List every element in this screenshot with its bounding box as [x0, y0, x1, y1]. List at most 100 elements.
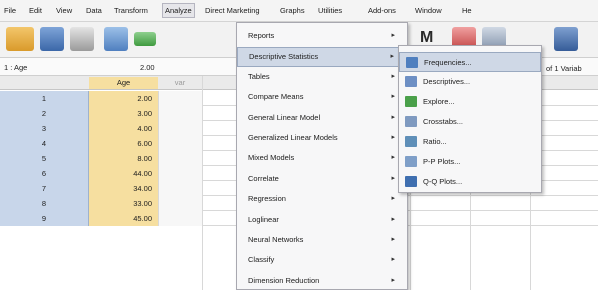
analyze-menu-item[interactable]: Classify ▸: [237, 251, 407, 271]
row-number[interactable]: 5: [0, 151, 89, 166]
split-file-icon[interactable]: [554, 27, 578, 51]
column-header-age[interactable]: Age: [89, 77, 158, 89]
menu-item-label: Reports: [248, 31, 275, 40]
submenu-arrow-icon: ▸: [391, 113, 395, 121]
analyze-menu-item[interactable]: General Linear Model ▸: [237, 109, 407, 129]
menu-view[interactable]: View: [56, 6, 72, 15]
age-cell[interactable]: 2.00: [89, 91, 158, 106]
menu-add-ons[interactable]: Add-ons: [368, 6, 396, 15]
analyze-menu-item[interactable]: Correlate ▸: [237, 170, 407, 190]
submenu-item-label: Crosstabs...: [423, 117, 464, 126]
empty-var-cell[interactable]: [158, 136, 202, 151]
row-number[interactable]: 3: [0, 121, 89, 136]
row-number[interactable]: 2: [0, 106, 89, 121]
analyze-menu: Reports ▸ Descriptive Statistics ▸ Tables ▸ Co…: [236, 22, 408, 290]
submenu-item-label: Ratio...: [423, 137, 447, 146]
row-number[interactable]: 9: [0, 211, 89, 226]
age-cell[interactable]: 6.00: [89, 136, 158, 151]
menu-data[interactable]: Data: [86, 6, 102, 15]
menu-bar: File Edit View Data Transform Analyze Di…: [0, 0, 598, 22]
submenu-item-label: P-P Plots...: [423, 157, 461, 166]
descriptives-icon: [405, 76, 417, 87]
analyze-menu-item[interactable]: Generalized Linear Models ▸: [237, 129, 407, 149]
save-icon[interactable]: [40, 27, 64, 51]
submenu-item[interactable]: Ratio...: [399, 132, 541, 152]
menu-edit[interactable]: Edit: [29, 6, 42, 15]
open-folder-icon[interactable]: [6, 27, 34, 51]
age-cell[interactable]: 4.00: [89, 121, 158, 136]
menu-item-label: Compare Means: [248, 92, 304, 102]
analyze-menu-item[interactable]: Neural Networks ▸: [237, 231, 407, 251]
submenu-item[interactable]: P-P Plots...: [399, 152, 541, 172]
menu-item-label: Descriptive Statistics: [249, 52, 319, 62]
descriptive-statistics-submenu: Frequencies... Descriptives... Explore... C…: [398, 45, 542, 193]
row-number[interactable]: 8: [0, 196, 89, 211]
empty-var-cell[interactable]: [158, 106, 202, 121]
submenu-arrow-icon: ▸: [391, 93, 395, 101]
analyze-menu-item[interactable]: Loglinear ▸: [237, 211, 407, 231]
submenu-item[interactable]: Frequencies...: [399, 52, 541, 72]
age-cell[interactable]: 8.00: [89, 151, 158, 166]
submenu-arrow-icon: ▸: [391, 236, 395, 243]
column-header-var[interactable]: var: [158, 78, 202, 87]
menu-transform[interactable]: Transform: [114, 6, 148, 15]
menu-utilities[interactable]: Utilities: [318, 6, 342, 15]
menu-item-label: Classify: [248, 255, 275, 265]
print-icon[interactable]: [70, 27, 94, 51]
empty-var-cell[interactable]: [158, 121, 202, 136]
analyze-menu-item[interactable]: Regression ▸: [237, 190, 407, 210]
empty-var-cell[interactable]: [158, 91, 202, 106]
menu-window[interactable]: Window: [415, 6, 442, 15]
empty-var-cell[interactable]: [158, 211, 202, 226]
menu-direct-marketing[interactable]: Direct Marketing: [205, 6, 260, 15]
submenu-item-label: Frequencies...: [424, 58, 472, 67]
menu-graphs[interactable]: Graphs: [280, 6, 305, 15]
submenu-item[interactable]: Descriptives...: [399, 72, 541, 92]
menu-item-label: Generalized Linear Models: [248, 133, 338, 142]
analyze-menu-item[interactable]: Mixed Models ▸: [237, 149, 407, 169]
analyze-menu-item[interactable]: Dimension Reduction ▸: [237, 272, 407, 290]
submenu-arrow-icon: ▸: [391, 256, 395, 264]
submenu-arrow-icon: ▸: [391, 195, 395, 203]
menu-file[interactable]: File: [4, 6, 16, 15]
submenu-item-label: Q-Q Plots...: [423, 177, 463, 186]
submenu-item[interactable]: Crosstabs...: [399, 112, 541, 132]
row-number[interactable]: 4: [0, 136, 89, 151]
menu-analyze[interactable]: Analyze: [162, 3, 195, 18]
cell-value-field[interactable]: 2.00: [140, 63, 155, 72]
analyze-menu-item[interactable]: Tables ▸: [237, 68, 407, 88]
row-number[interactable]: 1: [0, 91, 89, 106]
age-cell[interactable]: 45.00: [89, 211, 158, 226]
empty-var-cell[interactable]: [158, 151, 202, 166]
menu-help[interactable]: He: [462, 6, 472, 15]
menu-item-label: Mixed Models: [248, 153, 295, 163]
pp-plots-icon: [405, 156, 417, 167]
submenu-arrow-icon: ▸: [391, 174, 395, 182]
age-cell[interactable]: 33.00: [89, 196, 158, 211]
row-number[interactable]: 7: [0, 181, 89, 196]
submenu-arrow-icon: ▸: [391, 154, 395, 162]
submenu-arrow-icon: ▸: [390, 53, 394, 61]
submenu-item[interactable]: Q-Q Plots...: [399, 172, 541, 192]
cell-reference: 1 : Age: [4, 63, 28, 72]
row-number[interactable]: 6: [0, 166, 89, 181]
empty-var-cell[interactable]: [158, 166, 202, 181]
analyze-menu-item[interactable]: Compare Means ▸: [237, 88, 407, 108]
undo-icon[interactable]: [134, 32, 156, 46]
submenu-item[interactable]: Explore...: [399, 92, 541, 112]
crosstabs-icon: [405, 116, 417, 127]
menu-item-label: Dimension Reduction: [248, 275, 320, 285]
submenu-arrow-icon: ▸: [391, 276, 395, 284]
age-cell[interactable]: 44.00: [89, 166, 158, 181]
age-cell[interactable]: 3.00: [89, 106, 158, 121]
menu-item-label: Loglinear: [248, 214, 279, 224]
age-cell[interactable]: 34.00: [89, 181, 158, 196]
empty-var-cell[interactable]: [158, 181, 202, 196]
analyze-menu-item[interactable]: Descriptive Statistics ▸: [237, 47, 407, 68]
explore-icon: [405, 96, 417, 107]
dialog-recall-icon[interactable]: [104, 27, 128, 51]
submenu-arrow-icon: ▸: [391, 134, 395, 141]
empty-var-cell[interactable]: [158, 196, 202, 211]
frequencies-icon: [406, 57, 418, 68]
analyze-menu-item[interactable]: Reports ▸: [237, 27, 407, 47]
